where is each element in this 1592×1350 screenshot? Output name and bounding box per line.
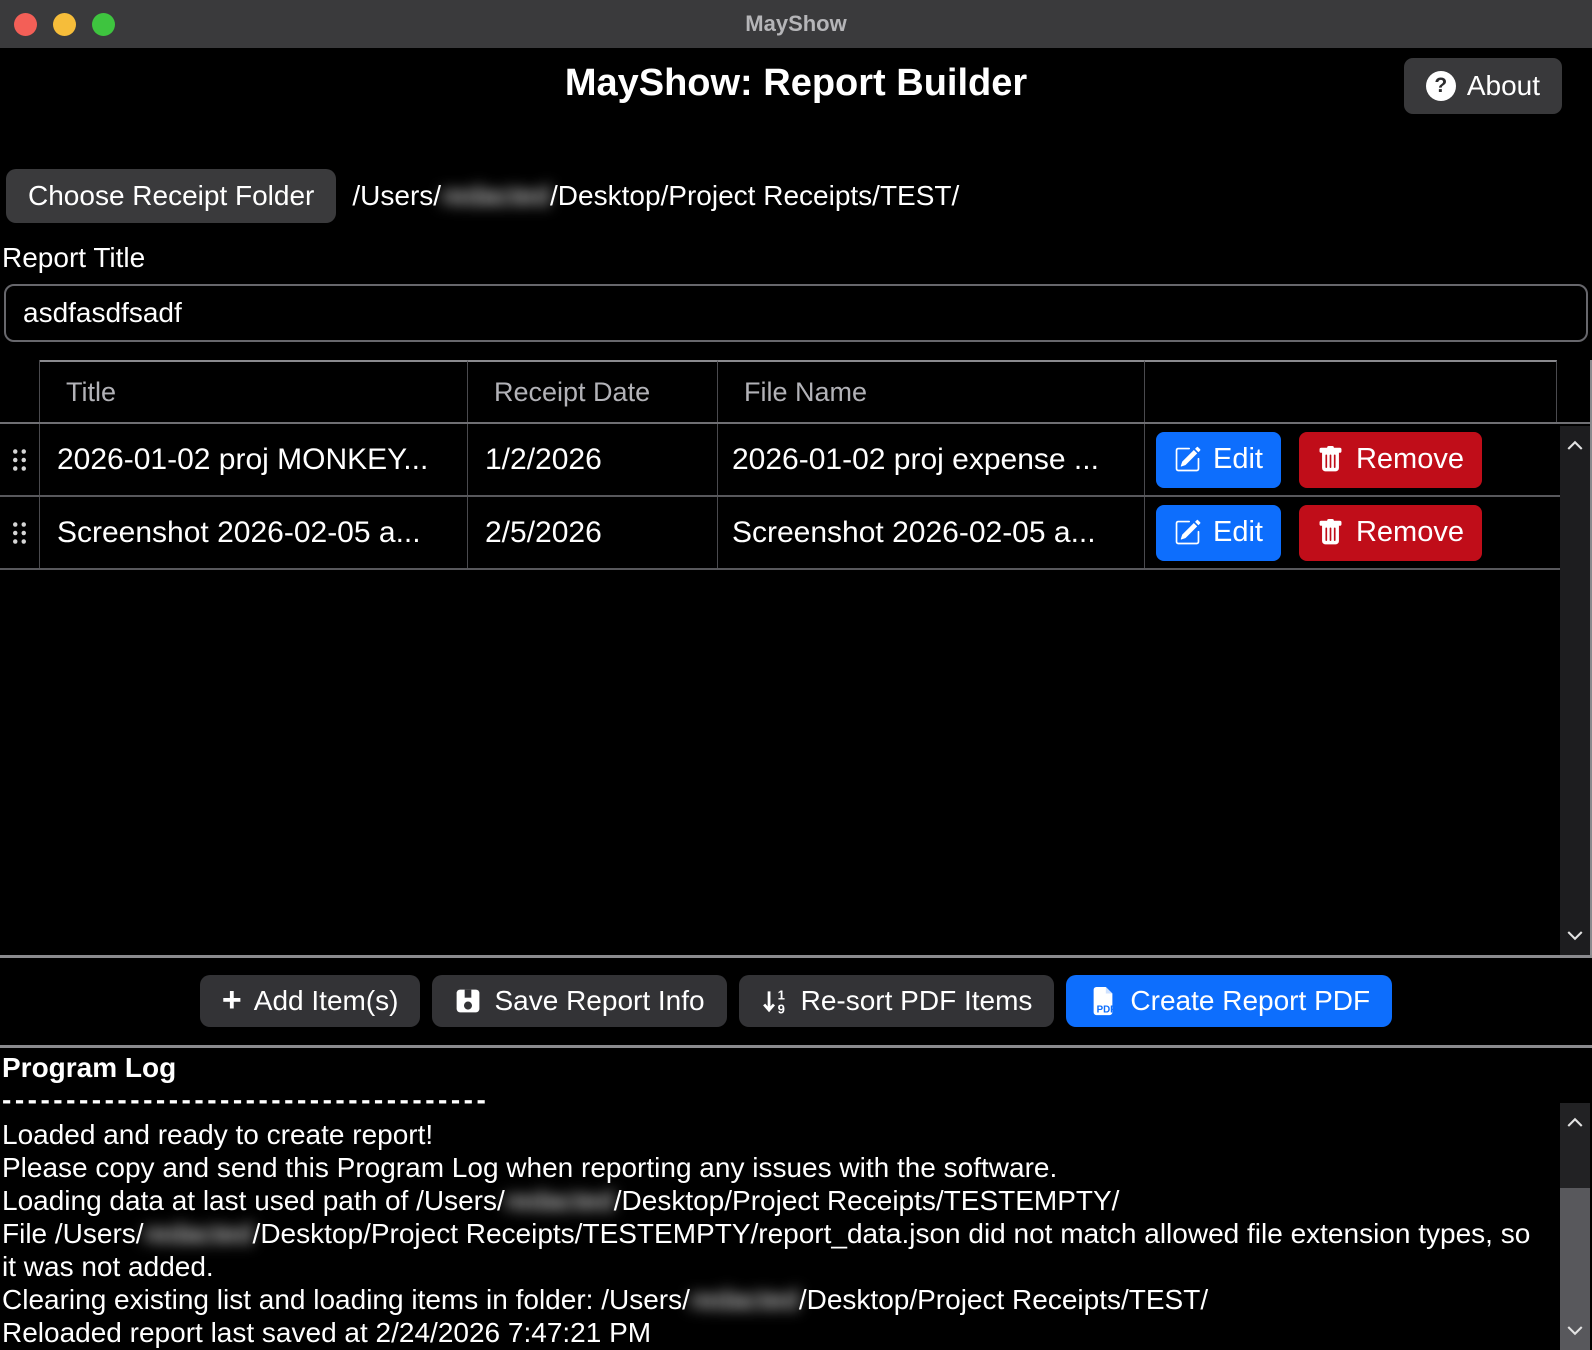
create-report-pdf-button[interactable]: PDF Create Report PDF [1066,975,1392,1027]
row-file-name-cell: 2026-01-02 proj expense ... [718,424,1145,495]
bottom-actions: + Add Item(s) Save Report Info 1 9 Re-so… [0,975,1592,1027]
text-segment: /Desktop/Project Receipts/TEST/ [550,180,959,211]
pencil-square-icon [1174,446,1201,473]
remove-button[interactable]: Remove [1299,432,1482,488]
row-receipt-date-cell: 1/2/2026 [468,424,718,495]
plus-icon: + [222,983,242,1017]
question-icon: ? [1426,71,1456,101]
table-scrollbar[interactable] [1560,426,1590,955]
redacted-text: redacted [441,180,550,211]
add-items-button[interactable]: + Add Item(s) [200,975,421,1027]
program-log-separator: -------------------------------------- [2,1084,1592,1116]
receipt-folder-path: /Users/redacted/Desktop/Project Receipts… [352,180,959,212]
text-segment: File /Users/ [2,1218,144,1249]
resort-pdf-items-label: Re-sort PDF Items [801,985,1033,1017]
log-line: Loaded and ready to create report! [2,1118,1547,1151]
row-receipt-date-cell: 2/5/2026 [468,497,718,568]
trash-icon [1317,519,1344,546]
trash-icon [1317,446,1344,473]
column-header-title: Title [40,360,468,422]
redacted-text: redacted [690,1284,799,1315]
text-segment: Loading data at last used path of /Users… [2,1185,505,1216]
edit-button-label: Edit [1213,516,1263,549]
edit-button-label: Edit [1213,443,1263,476]
drag-column-header [0,360,40,422]
program-log-lines: Loaded and ready to create report!Please… [2,1118,1547,1350]
remove-button-label: Remove [1356,516,1464,549]
save-report-info-label: Save Report Info [494,985,704,1017]
log-line: Please copy and send this Program Log wh… [2,1151,1547,1184]
remove-button-label: Remove [1356,443,1464,476]
svg-text:PDF: PDF [1097,1005,1117,1016]
app-window: MayShow MayShow: Report Builder ? About … [0,0,1592,1350]
zoom-window-icon[interactable] [92,13,115,36]
edit-button[interactable]: Edit [1156,505,1281,561]
row-actions-cell: Edit Remove [1145,424,1557,495]
log-scrollbar[interactable] [1560,1103,1590,1350]
folder-row: Choose Receipt Folder /Users/redacted/De… [6,168,1592,224]
floppy-save-icon [454,987,482,1015]
row-actions-cell: Edit Remove [1145,497,1557,568]
svg-text:1: 1 [777,987,784,1002]
text-segment: /Users/ [352,180,441,211]
create-report-pdf-label: Create Report PDF [1130,985,1370,1017]
scroll-down-icon[interactable] [1563,923,1587,947]
scroll-up-icon[interactable] [1563,434,1587,458]
about-button[interactable]: ? About [1404,58,1562,114]
grip-dots-icon [11,520,28,546]
text-segment: Please copy and send this Program Log wh… [2,1152,1057,1183]
resort-pdf-items-button[interactable]: 1 9 Re-sort PDF Items [739,975,1055,1027]
remove-button[interactable]: Remove [1299,505,1482,561]
pencil-square-icon [1174,519,1201,546]
text-segment: /Desktop/Project Receipts/TESTEMPTY/ [614,1185,1120,1216]
page-title: MayShow: Report Builder [0,48,1592,105]
svg-text:9: 9 [777,1001,784,1015]
window-title: MayShow [745,11,846,37]
log-line: Loading data at last used path of /Users… [2,1184,1547,1217]
items-table: Title Receipt Date File Name 2026-01-02 … [0,360,1592,958]
program-log-heading: Program Log [2,1052,1592,1084]
about-button-label: About [1467,70,1540,102]
log-scroll-up-icon[interactable] [1563,1111,1587,1135]
log-scroll-down-icon[interactable] [1563,1318,1587,1342]
log-line: Reloaded report last saved at 2/24/2026 … [2,1316,1547,1349]
text-segment: Loaded and ready to create report! [2,1119,433,1150]
pdf-file-icon: PDF [1088,986,1118,1016]
table-row: 2026-01-02 proj MONKEY... 1/2/2026 2026-… [0,424,1590,497]
column-header-actions [1145,360,1557,422]
redacted-text: redacted [144,1218,253,1249]
table-header-row: Title Receipt Date File Name [0,360,1590,424]
choose-receipt-folder-button[interactable]: Choose Receipt Folder [6,169,336,223]
row-title-cell: Screenshot 2026-02-05 a... [40,497,468,568]
report-title-label: Report Title [2,242,1592,274]
report-title-input[interactable] [4,284,1588,342]
column-header-receipt-date: Receipt Date [468,360,718,422]
log-line: File /Users/redacted/Desktop/Project Rec… [2,1217,1547,1283]
titlebar: MayShow [0,0,1592,48]
save-report-info-button[interactable]: Save Report Info [432,975,726,1027]
grip-dots-icon [11,447,28,473]
table-body: 2026-01-02 proj MONKEY... 1/2/2026 2026-… [0,424,1590,570]
drag-handle[interactable] [0,424,40,495]
row-file-name-cell: Screenshot 2026-02-05 a... [718,497,1145,568]
close-window-icon[interactable] [14,13,37,36]
row-title-cell: 2026-01-02 proj MONKEY... [40,424,468,495]
edit-button[interactable]: Edit [1156,432,1281,488]
text-segment: Reloaded report last saved at 2/24/2026 … [2,1317,651,1348]
sort-numeric-down-icon: 1 9 [761,987,789,1015]
drag-handle[interactable] [0,497,40,568]
table-row: Screenshot 2026-02-05 a... 2/5/2026 Scre… [0,497,1590,570]
log-line: Clearing existing list and loading items… [2,1283,1547,1316]
redacted-text: redacted [505,1185,614,1216]
minimize-window-icon[interactable] [53,13,76,36]
program-log-panel: Program Log ----------------------------… [0,1045,1592,1350]
text-segment: Clearing existing list and loading items… [2,1284,690,1315]
add-items-label: Add Item(s) [254,985,399,1017]
text-segment: /Desktop/Project Receipts/TEST/ [799,1284,1208,1315]
column-header-file-name: File Name [718,360,1145,422]
header: MayShow: Report Builder ? About [0,48,1592,166]
traffic-lights [14,13,115,36]
